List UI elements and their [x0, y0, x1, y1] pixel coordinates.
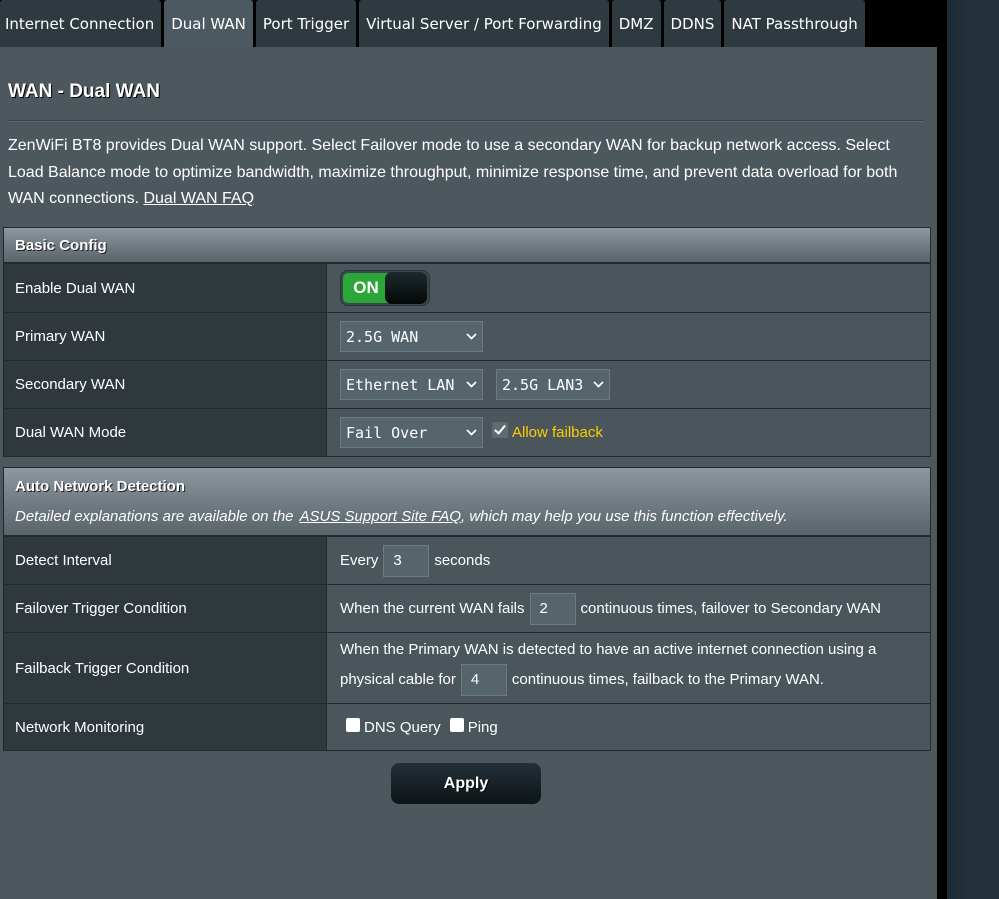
auto-detection-subtitle: Detailed explanations are available on t… [15, 508, 919, 525]
failback-trigger-pre: physical cable for [340, 671, 456, 688]
tab-dmz[interactable]: DMZ [611, 0, 661, 48]
detect-interval-input[interactable]: 3 [383, 544, 430, 577]
ping-checkbox[interactable] [449, 718, 464, 732]
allow-failback-checkbox[interactable] [492, 421, 508, 438]
intro-text: ZenWiFi BT8 provides Dual WAN support. S… [8, 133, 918, 213]
auto-detection-title: Auto Network Detection [15, 478, 186, 495]
detect-interval-post: seconds [434, 552, 491, 569]
tab-port-trigger[interactable]: Port Trigger [255, 0, 357, 48]
asus-support-faq-link[interactable]: ASUS Support Site FAQ [300, 508, 461, 525]
network-monitoring-label: Network Monitoring [4, 704, 327, 750]
secondary-wan-port-select[interactable]: 2.5G LAN3 [496, 369, 610, 400]
auto-detection-table: Auto Network Detection Detailed explanat… [3, 467, 931, 751]
tab-ddns[interactable]: DDNS [663, 0, 722, 48]
row-detect-interval: Detect Interval Every 3 seconds [4, 536, 930, 584]
primary-wan-select[interactable]: 2.5G WAN [340, 321, 483, 352]
failback-trigger-line1: When the Primary WAN is detected to have… [340, 640, 877, 658]
intro-body: ZenWiFi BT8 provides Dual WAN support. S… [8, 137, 898, 207]
row-secondary-wan: Secondary WAN Ethernet LAN 2.5G LAN3 [4, 360, 930, 408]
toggle-knob [385, 272, 427, 304]
row-primary-wan: Primary WAN 2.5G WAN [4, 312, 930, 360]
main-panel: WAN - Dual WAN ZenWiFi BT8 provides Dual… [0, 47, 937, 899]
tab-virtual-server[interactable]: Virtual Server / Port Forwarding [359, 0, 609, 48]
enable-dual-wan-label: Enable Dual WAN [4, 264, 327, 312]
failover-trigger-post: continuous times, failover to Secondary … [580, 600, 881, 617]
dual-wan-mode-select[interactable]: Fail Over [340, 417, 483, 448]
failback-trigger-label: Failback Trigger Condition [4, 633, 327, 703]
auto-detection-header: Auto Network Detection Detailed explanat… [4, 468, 930, 536]
row-enable-dual-wan: Enable Dual WAN ON [4, 263, 930, 312]
detect-interval-pre: Every [340, 552, 379, 569]
secondary-wan-type-select[interactable]: Ethernet LAN [340, 369, 483, 400]
apply-button[interactable]: Apply [391, 763, 541, 804]
basic-config-table: Basic Config Enable Dual WAN ON Primary … [3, 227, 931, 457]
failback-trigger-post: continuous times, failback to the Primar… [511, 671, 824, 688]
title-divider [8, 120, 924, 122]
secondary-wan-type-value: Ethernet LAN [346, 375, 455, 394]
tab-bar: Internet Connection Dual WAN Port Trigge… [0, 0, 868, 48]
divider [937, 0, 947, 899]
row-network-monitoring: Network Monitoring DNS Query Ping [4, 703, 930, 750]
toggle-on-label: ON [343, 273, 389, 303]
failover-trigger-pre: When the current WAN fails [340, 600, 525, 617]
dual-wan-mode-label: Dual WAN Mode [4, 409, 327, 456]
failback-trigger-input[interactable]: 4 [460, 663, 507, 696]
basic-config-title: Basic Config [15, 236, 107, 254]
chevron-down-icon [593, 377, 604, 391]
secondary-wan-label: Secondary WAN [4, 361, 327, 408]
dual-wan-mode-value: Fail Over [346, 423, 428, 442]
primary-wan-value: 2.5G WAN [346, 327, 419, 346]
secondary-wan-port-value: 2.5G LAN3 [502, 375, 584, 394]
dual-wan-faq-link[interactable]: Dual WAN FAQ [143, 190, 254, 207]
failover-trigger-input[interactable]: 2 [529, 592, 576, 625]
dns-query-label[interactable]: DNS Query [364, 719, 441, 736]
tab-nat-passthrough[interactable]: NAT Passthrough [724, 0, 865, 48]
chevron-down-icon [466, 425, 477, 439]
failover-trigger-label: Failover Trigger Condition [4, 585, 327, 632]
tab-dual-wan[interactable]: Dual WAN [164, 0, 253, 48]
dns-query-checkbox[interactable] [346, 718, 360, 732]
chevron-down-icon [466, 329, 477, 343]
detect-interval-label: Detect Interval [4, 537, 327, 584]
page-title: WAN - Dual WAN [8, 81, 160, 102]
row-failback-trigger: Failback Trigger Condition When the Prim… [4, 632, 930, 703]
subtitle-text: Detailed explanations are available on t… [15, 508, 294, 525]
enable-dual-wan-toggle[interactable]: ON [340, 270, 430, 306]
chevron-down-icon [466, 377, 477, 391]
tab-internet-connection[interactable]: Internet Connection [0, 0, 162, 48]
primary-wan-label: Primary WAN [4, 313, 327, 360]
ping-label[interactable]: Ping [468, 719, 498, 736]
allow-failback-label[interactable]: Allow failback [512, 424, 603, 441]
row-dual-wan-mode: Dual WAN Mode Fail Over Allow failback [4, 408, 930, 456]
basic-config-header: Basic Config [4, 228, 930, 263]
subtitle-text-end: , which may help you use this function e… [461, 508, 788, 525]
row-failover-trigger: Failover Trigger Condition When the curr… [4, 584, 930, 632]
right-background [947, 0, 999, 899]
